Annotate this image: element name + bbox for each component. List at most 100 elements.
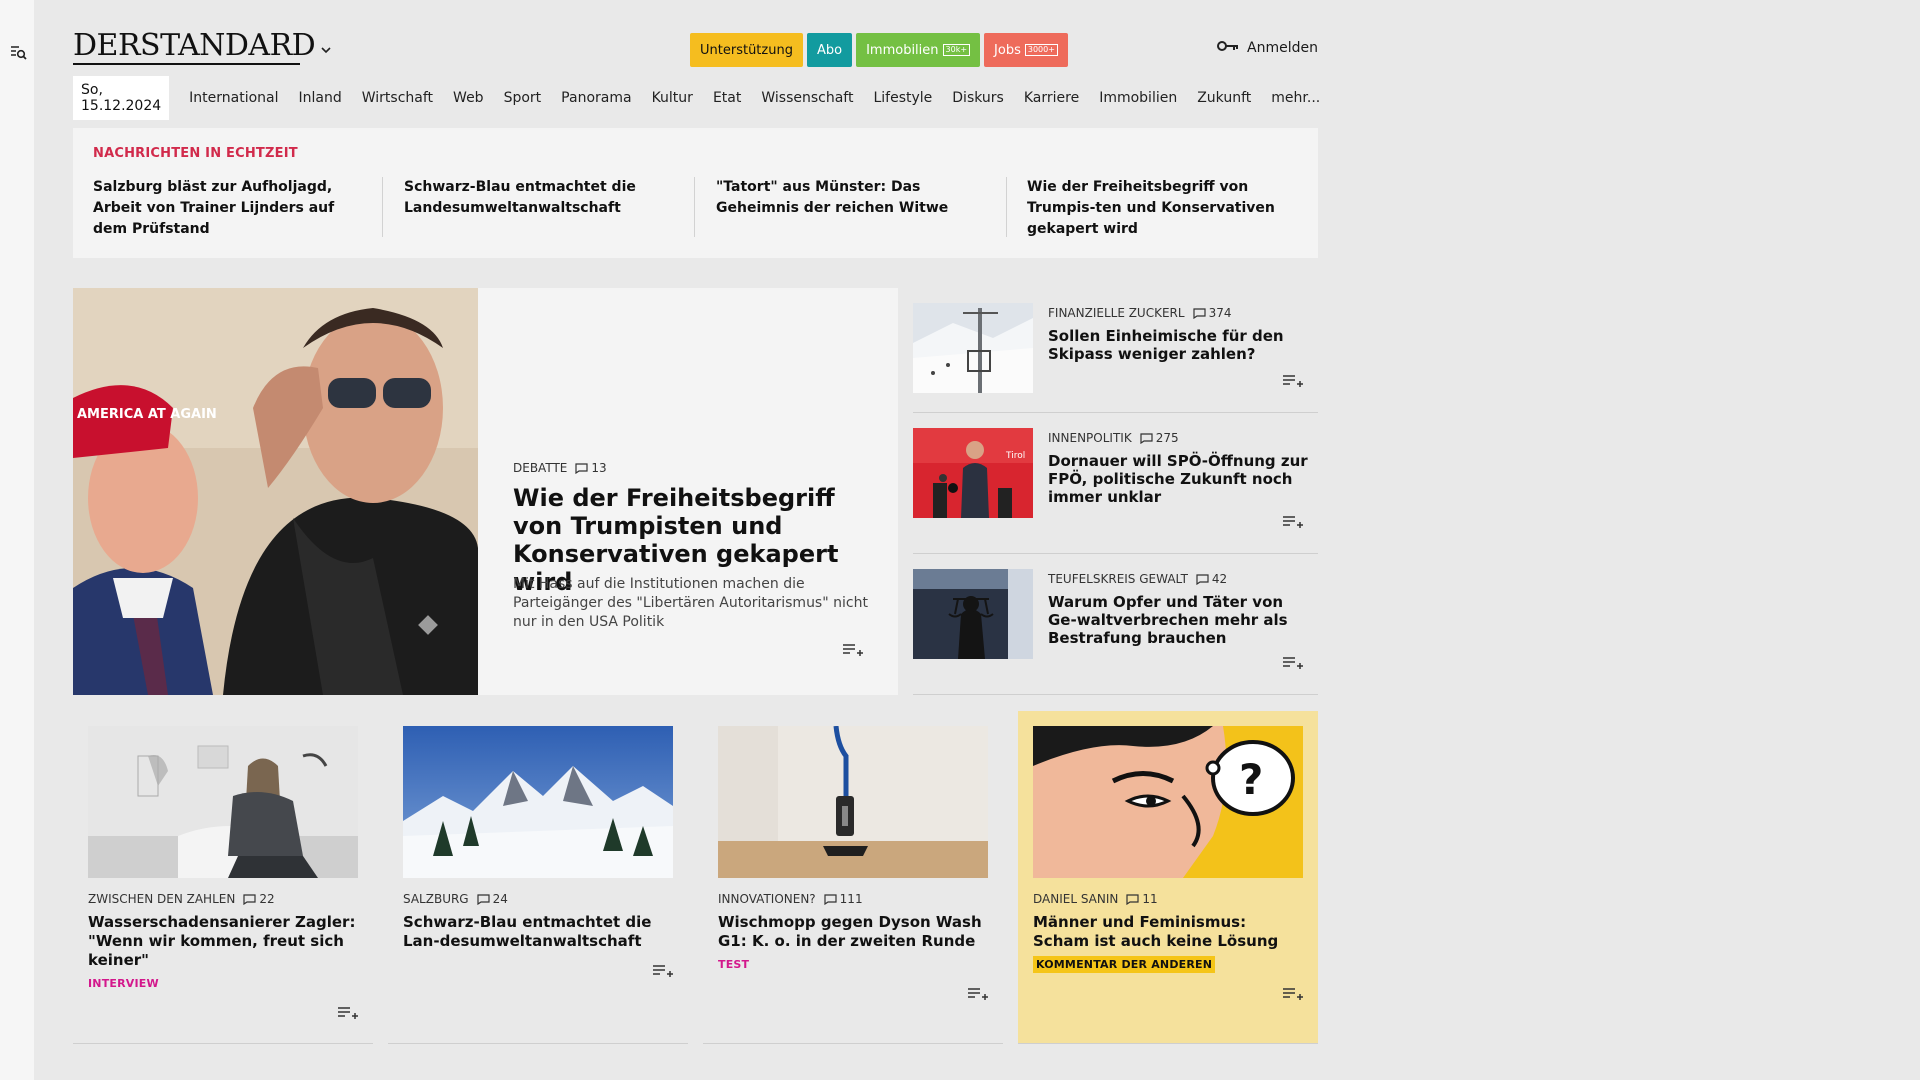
card-image (718, 726, 988, 878)
side-article-section: FINANZIELLE ZUCKERL (1048, 306, 1185, 320)
chevron-down-icon[interactable] (320, 41, 332, 54)
nav-item-karriere[interactable]: Karriere (1024, 90, 1079, 106)
side-article-image: Tirol (913, 428, 1033, 518)
nav-item-inland[interactable]: Inland (299, 90, 342, 106)
side-article-image (913, 303, 1033, 393)
hero-comment-count[interactable]: 13 (575, 461, 607, 475)
add-to-list-icon[interactable] (1283, 986, 1303, 1005)
card-title[interactable]: Männer und Feminismus: Scham ist auch ke… (1033, 913, 1305, 951)
ticker-divider (1006, 177, 1007, 237)
hero-article[interactable]: AMERICA AT AGAIN DEBATTE 13 Wie der Frei… (73, 288, 898, 695)
ticker-item[interactable]: Salzburg bläst zur Aufholjagd, Arbeit vo… (93, 177, 368, 240)
menu-search-icon[interactable] (9, 43, 27, 61)
article-card[interactable]: ZWISCHEN DEN ZAHLEN 22 Wasserschadensani… (73, 711, 373, 1044)
support-label: Unterstützung (700, 42, 793, 58)
ticker-item[interactable]: Wie der Freiheitsbegriff von Trumpis-ten… (1027, 177, 1302, 240)
comment-count[interactable]: 275 (1140, 431, 1179, 445)
side-article-title[interactable]: Dornauer will SPÖ-Öffnung zur FPÖ, polit… (1048, 452, 1308, 506)
nav-item-kultur[interactable]: Kultur (652, 90, 693, 106)
nav-item-more[interactable]: mehr... (1271, 90, 1320, 106)
nav-item-web[interactable]: Web (453, 90, 484, 106)
side-article-kicker: FINANZIELLE ZUCKERL 374 (1048, 306, 1231, 320)
add-to-list-icon[interactable] (968, 986, 988, 1005)
comment-icon (1126, 893, 1139, 905)
add-to-list-icon[interactable] (843, 642, 863, 661)
side-article-comments: 374 (1208, 306, 1232, 320)
comment-count[interactable]: 42 (1196, 572, 1227, 586)
immobilien-label: Immobilien (866, 42, 939, 58)
main-nav: So, 15.12.2024 International Inland Wirt… (73, 76, 1340, 120)
ticker-divider (382, 177, 383, 237)
add-to-list-icon[interactable] (1283, 373, 1303, 392)
card-section: INNOVATIONEN? (718, 892, 816, 906)
add-to-list-icon[interactable] (653, 963, 673, 982)
article-card[interactable]: INNOVATIONEN? 111 Wischmopp gegen Dyson … (703, 711, 1003, 1044)
immobilien-badge: 30k+ (942, 44, 971, 56)
side-article[interactable]: Tirol INNENPOLITIK 275 Dornauer will SPÖ… (913, 413, 1318, 554)
card-title[interactable]: Wischmopp gegen Dyson Wash G1: K. o. in … (718, 913, 990, 951)
card-title[interactable]: Wasserschadensanierer Zagler: "Wenn wir … (88, 913, 360, 970)
card-image: ? (1033, 726, 1303, 878)
header: DERSTANDARD Unterstützung Abo Immobilien… (73, 30, 1318, 70)
ticker-item[interactable]: "Tatort" aus Münster: Das Geheimnis der … (716, 177, 991, 219)
comment-count[interactable]: 24 (477, 892, 508, 906)
side-article-comments: 275 (1155, 431, 1179, 445)
nav-item-sport[interactable]: Sport (504, 90, 542, 106)
site-logo[interactable]: DERSTANDARD (73, 30, 316, 62)
comment-count[interactable]: 374 (1192, 306, 1232, 320)
side-article[interactable]: FINANZIELLE ZUCKERL 374 Sollen Einheimis… (913, 288, 1318, 413)
comment-icon (243, 893, 256, 905)
login-button[interactable]: Anmelden (1217, 40, 1318, 56)
side-article-title[interactable]: Warum Opfer und Täter von Ge-waltverbrec… (1048, 593, 1308, 647)
left-sidebar (0, 0, 34, 1080)
comment-count[interactable]: 22 (243, 892, 275, 906)
card-tag: KOMMENTAR DER ANDEREN (1033, 956, 1216, 973)
comment-icon (1192, 307, 1206, 319)
nav-item-zukunft[interactable]: Zukunft (1197, 90, 1251, 106)
add-to-list-icon[interactable] (338, 1005, 358, 1024)
nav-item-wirtschaft[interactable]: Wirtschaft (362, 90, 433, 106)
side-article-title[interactable]: Sollen Einheimische für den Skipass weni… (1048, 327, 1308, 363)
side-article-section: TEUFELSKREIS GEWALT (1048, 572, 1188, 586)
jobs-label: Jobs (994, 42, 1021, 58)
add-to-list-icon[interactable] (1283, 655, 1303, 674)
card-title[interactable]: Schwarz-Blau entmachtet die Lan-desumwel… (403, 913, 675, 951)
hero-comments: 13 (591, 461, 607, 475)
jobs-button[interactable]: Jobs 3000+ (984, 33, 1068, 67)
support-button[interactable]: Unterstützung (690, 33, 803, 67)
abo-button[interactable]: Abo (806, 33, 853, 67)
opinion-card[interactable]: ? DANIEL SANIN 11 Männer und Feminismus:… (1018, 711, 1318, 1044)
side-article[interactable]: TEUFELSKREIS GEWALT 42 Warum Opfer und T… (913, 554, 1318, 695)
card-comments: 24 (492, 892, 508, 906)
nav-item-etat[interactable]: Etat (713, 90, 741, 106)
card-kicker: SALZBURG 24 (403, 892, 508, 906)
comment-count[interactable]: 111 (824, 892, 863, 906)
nav-item-international[interactable]: International (189, 90, 278, 106)
article-card[interactable]: SALZBURG 24 Schwarz-Blau entmachtet die … (388, 711, 688, 1044)
nav-item-diskurs[interactable]: Diskurs (952, 90, 1004, 106)
side-article-kicker: TEUFELSKREIS GEWALT 42 (1048, 572, 1227, 586)
add-to-list-icon[interactable] (1283, 514, 1303, 533)
nav-item-lifestyle[interactable]: Lifestyle (873, 90, 932, 106)
card-tag: INTERVIEW (88, 977, 159, 990)
card-comments: 111 (839, 892, 863, 906)
abo-label: Abo (816, 42, 843, 58)
side-article-image (913, 569, 1033, 659)
card-section: ZWISCHEN DEN ZAHLEN (88, 892, 236, 906)
immobilien-button[interactable]: Immobilien 30k+ (856, 33, 981, 67)
card-kicker: DANIEL SANIN 11 (1033, 892, 1158, 906)
current-date: So, 15.12.2024 (73, 76, 170, 120)
nav-item-panorama[interactable]: Panorama (561, 90, 631, 106)
comment-count[interactable]: 11 (1126, 892, 1158, 906)
ticker-item[interactable]: Schwarz-Blau entmachtet die Landesumwelt… (404, 177, 679, 219)
hero-image: AMERICA AT AGAIN (73, 288, 478, 695)
jobs-badge: 3000+ (1024, 44, 1058, 56)
card-image (403, 726, 673, 878)
nav-item-wissenschaft[interactable]: Wissenschaft (761, 90, 853, 106)
key-icon (1217, 40, 1239, 56)
promo-buttons: Unterstützung Abo Immobilien 30k+ Jobs 300… (690, 33, 1068, 67)
card-section: DANIEL SANIN (1033, 892, 1119, 906)
nav-item-immobilien[interactable]: Immobilien (1099, 90, 1177, 106)
svg-text:?: ? (1239, 755, 1263, 804)
card-tag: TEST (718, 958, 750, 971)
